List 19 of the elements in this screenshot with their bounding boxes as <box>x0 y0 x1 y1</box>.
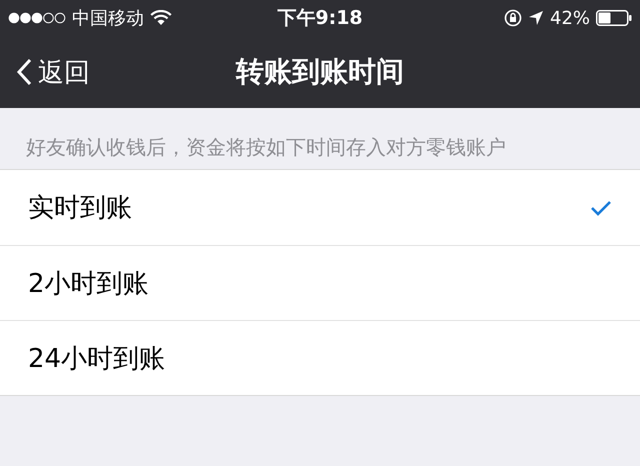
wifi-icon <box>150 10 172 26</box>
signal-icon <box>8 12 66 24</box>
carrier-name: 中国移动 <box>72 7 144 30</box>
option-label: 2小时到账 <box>28 268 149 300</box>
option-label: 24小时到账 <box>28 342 166 376</box>
back-button[interactable]: 返回 <box>0 54 90 90</box>
option-label: 实时到账 <box>28 192 132 225</box>
page-title: 转账到账时间 <box>236 55 404 88</box>
battery-percent: 42% <box>550 8 590 28</box>
clock-time: 下午9:18 <box>277 6 363 31</box>
hint-text: 好友确认收钱后，资金将按如下时间存入对方零钱账户 <box>26 135 506 159</box>
battery-icon <box>596 10 632 26</box>
checkmark-icon <box>590 200 612 216</box>
option-row[interactable]: 2小时到账 <box>0 245 640 320</box>
location-icon <box>528 10 544 26</box>
option-row[interactable]: 24小时到账 <box>0 320 640 395</box>
rotation-lock-icon <box>504 9 522 27</box>
chevron-left-icon <box>16 58 32 86</box>
option-row[interactable]: 实时到账 <box>0 170 640 245</box>
